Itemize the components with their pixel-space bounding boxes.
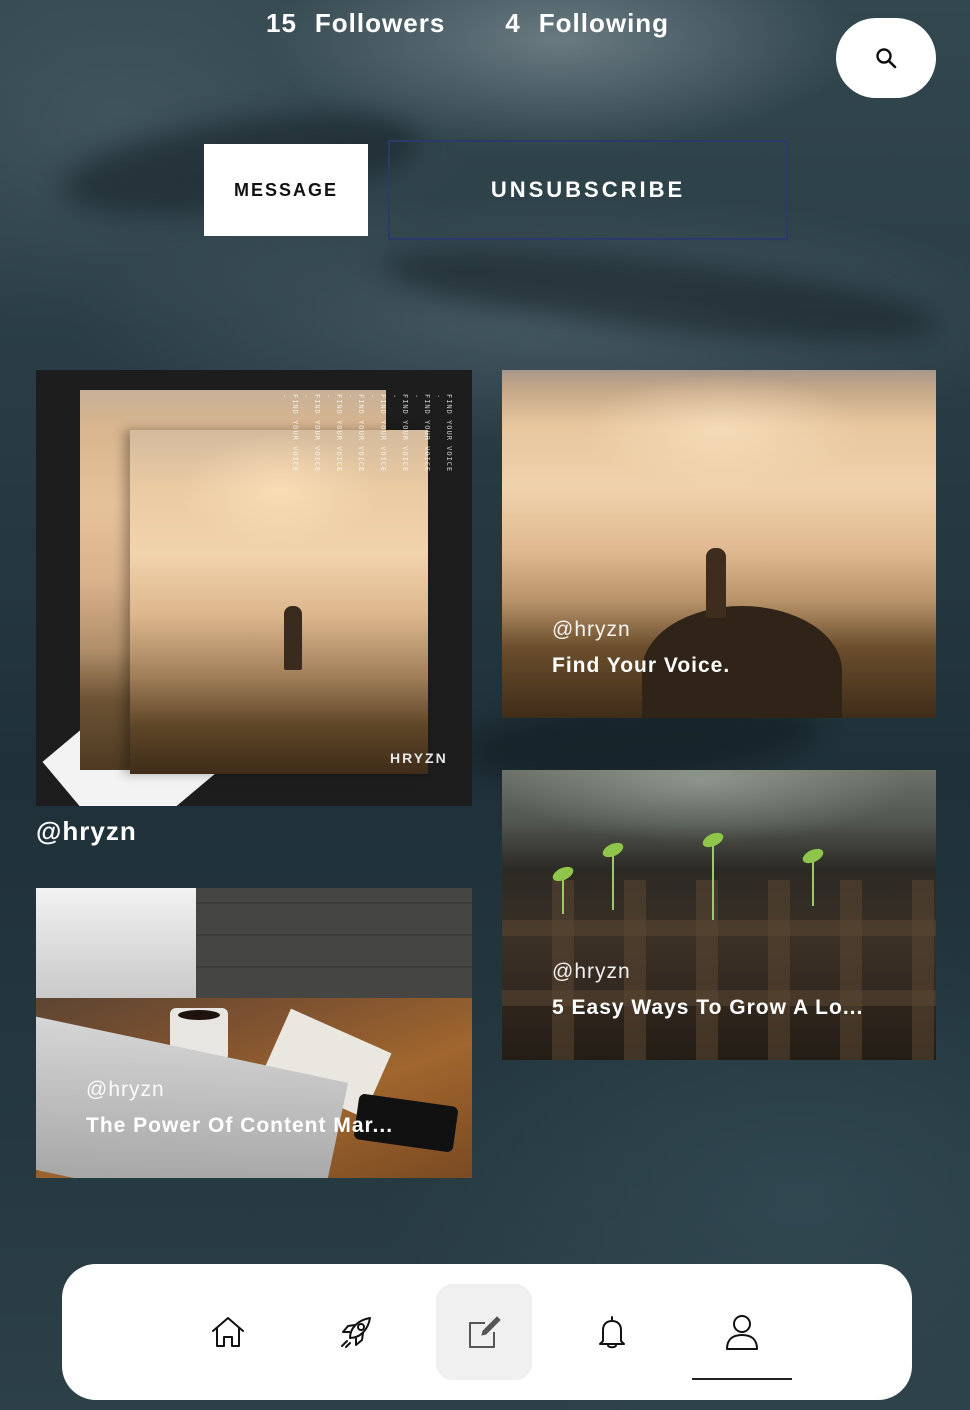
home-icon: [212, 1317, 244, 1347]
following-label: Following: [538, 8, 670, 38]
post-caption: @hryzn Find Your Voice.: [502, 618, 936, 718]
post-card-grow[interactable]: @hryzn 5 Easy Ways To Grow A Lo...: [502, 770, 936, 1060]
search-icon: [876, 48, 897, 69]
post-handle: @hryzn: [86, 1078, 165, 1101]
post-card-find-your-voice[interactable]: @hryzn Find Your Voice.: [502, 370, 936, 718]
unsubscribe-button[interactable]: UNSUBSCRIBE: [388, 140, 788, 240]
brick-wall: [196, 888, 472, 998]
followers-label: Followers: [314, 8, 446, 38]
post-handle[interactable]: @hryzn: [36, 816, 137, 847]
followers-stat[interactable]: 15 Followers: [266, 8, 445, 39]
following-stat[interactable]: 4 Following: [505, 8, 669, 39]
brand-logo-text: HRYZN: [390, 750, 448, 766]
user-icon: [726, 1315, 758, 1350]
background-shadow: [377, 230, 943, 360]
post-handle: @hryzn: [552, 618, 631, 641]
artwork-text: FIND YOUR VOICE · FIND YOUR VOICE · FIND…: [280, 394, 453, 473]
profile-stats: 15 Followers 4 Following: [266, 8, 669, 39]
compose-icon: [469, 1316, 501, 1348]
window: [36, 888, 196, 998]
post-caption: @hryzn 5 Easy Ways To Grow A Lo...: [502, 960, 936, 1060]
nav-home[interactable]: [180, 1284, 276, 1380]
post-caption: @hryzn The Power Of Content Mar...: [36, 1078, 472, 1178]
active-tab-indicator: [692, 1378, 792, 1380]
bottom-nav: [62, 1264, 912, 1400]
nav-notifications[interactable]: [564, 1284, 660, 1380]
hiker-figure: [706, 548, 726, 618]
bell-icon: [599, 1316, 625, 1349]
following-count: 4: [505, 8, 521, 38]
search-button[interactable]: [836, 18, 936, 98]
nav-profile[interactable]: [694, 1284, 790, 1380]
hiker-figure: [284, 606, 302, 670]
post-card-album[interactable]: FIND YOUR VOICE · FIND YOUR VOICE · FIND…: [36, 370, 472, 806]
rocket-icon: [341, 1317, 371, 1348]
post-title: The Power Of Content Mar...: [86, 1114, 394, 1137]
nav-explore[interactable]: [308, 1284, 404, 1380]
post-card-content-marketing[interactable]: @hryzn The Power Of Content Mar...: [36, 888, 472, 1178]
post-image-front: [130, 430, 428, 774]
nav-compose[interactable]: [436, 1284, 532, 1380]
post-handle: @hryzn: [552, 960, 631, 983]
followers-count: 15: [266, 8, 297, 38]
seedling: [712, 840, 714, 920]
message-button[interactable]: MESSAGE: [204, 144, 368, 236]
seedling: [612, 850, 614, 910]
post-title: Find Your Voice.: [552, 654, 731, 677]
post-title: 5 Easy Ways To Grow A Lo...: [552, 996, 864, 1019]
seedling: [812, 856, 814, 906]
